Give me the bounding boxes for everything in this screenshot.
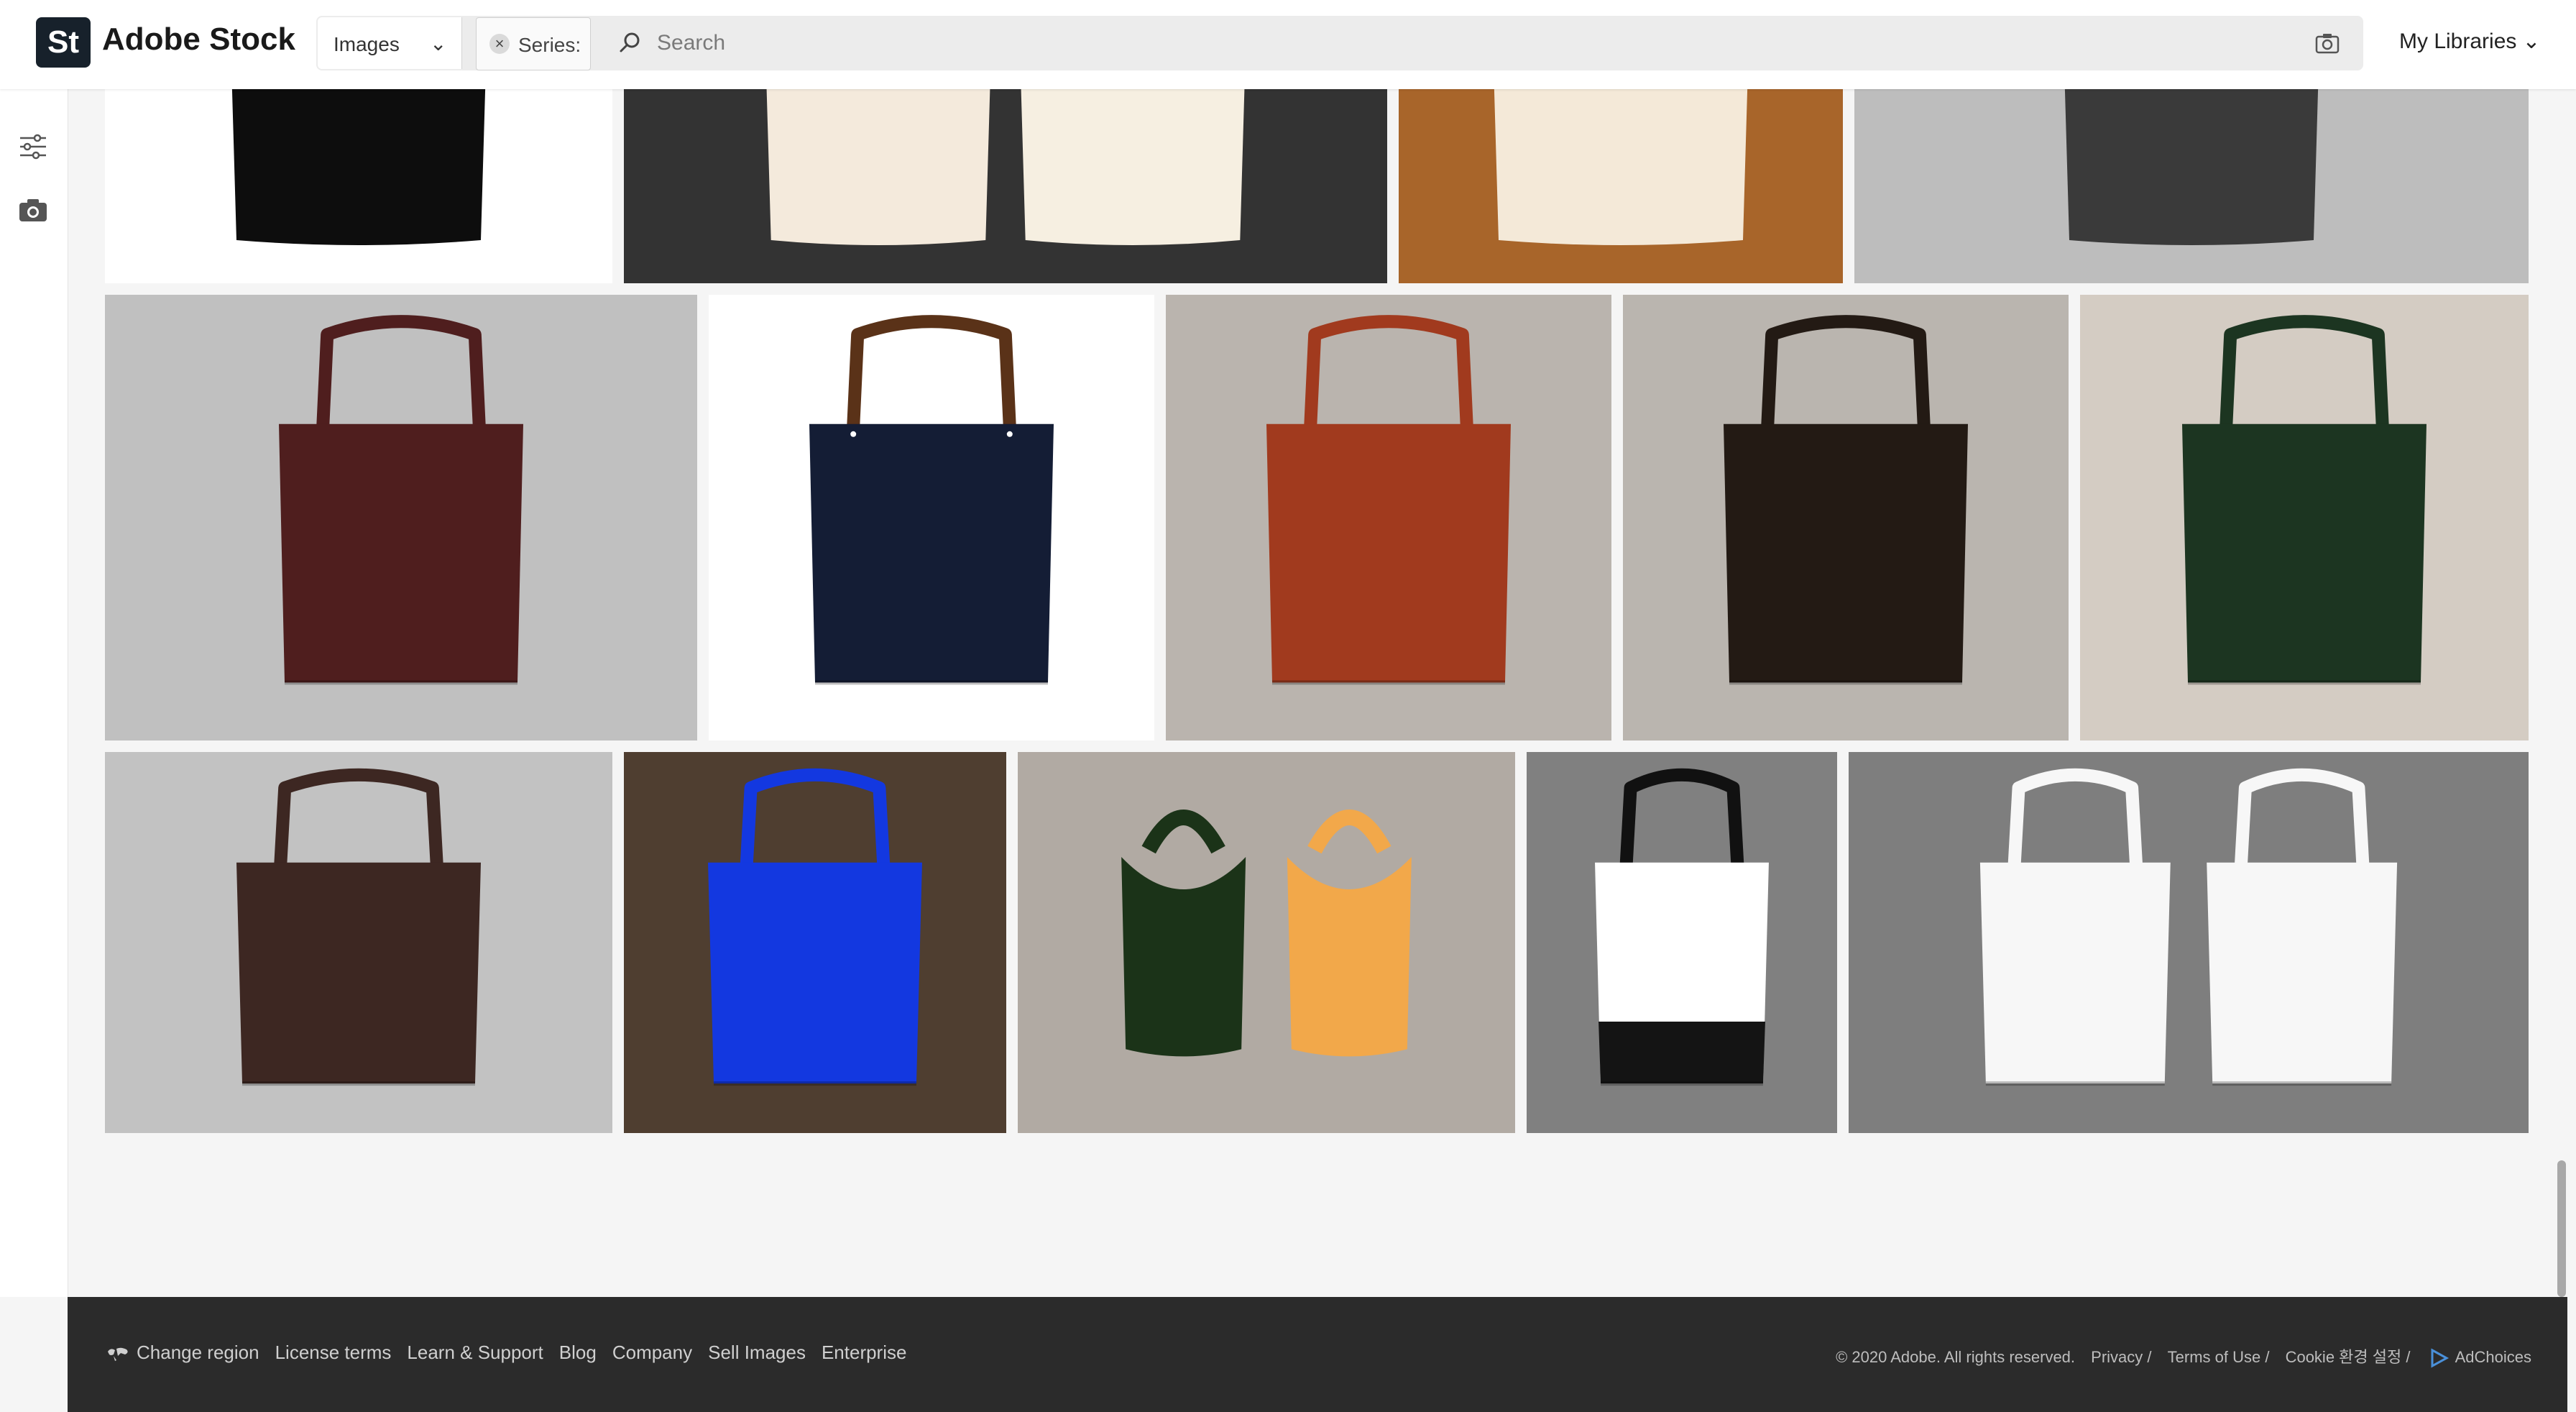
my-libraries-menu[interactable]: My Libraries ⌄ [2399,29,2541,54]
cookie-settings-link[interactable]: Cookie 환경 설정 / [2286,1348,2411,1366]
footer-link-learn-support[interactable]: Learn & Support [407,1342,543,1363]
asset-type-label: Images [334,33,400,55]
terms-of-use-link[interactable]: Terms of Use / [2168,1348,2270,1366]
tote-bag [236,768,481,1086]
asset-type-dropdown[interactable]: Images ⌄ [318,17,462,69]
privacy-link[interactable]: Privacy / [2091,1348,2151,1366]
tote-bag [1595,768,1769,1086]
tote-bag [1287,810,1412,1057]
tote-bag-image [1979,768,2398,1086]
world-map-icon [108,1347,128,1362]
stock-image-tile[interactable] [624,752,1006,1133]
series-filter-chip[interactable]: × Series: [476,17,591,70]
adchoices-link[interactable]: AdChoices [2455,1348,2531,1366]
copyright-text: © 2020 Adobe. All rights reserved. [1836,1348,2076,1366]
footer-link-enterprise[interactable]: Enterprise [822,1342,907,1363]
tote-bag-image [1595,768,1769,1086]
my-libraries-label: My Libraries [2399,29,2517,53]
tote-bag [1121,810,1246,1057]
footer-link-license-terms[interactable]: License terms [275,1342,392,1363]
camera-icon[interactable] [17,194,49,226]
stock-image-tile[interactable] [1018,752,1515,1133]
tote-bag-image [1266,315,1511,685]
left-rail [0,89,68,1297]
search-icon [620,32,640,52]
tote-bag [2182,315,2426,685]
stock-image-tile[interactable] [1623,295,2069,741]
series-chip-label: Series: [518,34,581,56]
visual-search-camera-icon[interactable] [2314,30,2340,56]
footer-link-blog[interactable]: Blog [559,1342,597,1363]
footer-link-change-region[interactable]: Change region [137,1342,259,1363]
stock-image-tile[interactable] [105,295,697,741]
tote-bag [2207,768,2398,1086]
chevron-down-icon: ⌄ [2522,29,2541,53]
search-input[interactable] [656,24,2240,62]
tote-bag-image [236,768,481,1086]
tote-bag [1724,315,1968,685]
close-icon[interactable]: × [489,34,510,54]
search-bar: Images ⌄ × Series: [316,16,2363,70]
stock-image-tile[interactable] [709,295,1154,741]
adobe-stock-logo-badge[interactable]: St [36,17,91,68]
tote-bag [1979,768,2171,1086]
page-scrollbar[interactable] [2557,1160,2566,1297]
stock-image-tile[interactable] [1849,752,2529,1133]
tote-bag-image [279,315,523,685]
tote-bag [279,315,523,685]
tote-bag-image [1121,810,1412,1057]
footer-links: Change region License terms Learn & Suppor… [106,1342,922,1364]
tote-bag-image [1724,315,1968,685]
footer-link-company[interactable]: Company [612,1342,692,1363]
filter-sliders-icon[interactable] [17,131,49,162]
chevron-down-icon: ⌄ [430,32,447,55]
footer-legal: © 2020 Adobe. All rights reserved. Priva… [1824,1344,2531,1369]
tote-bag [708,768,922,1086]
stock-image-tile[interactable] [1527,752,1837,1133]
tote-bag-image [2182,315,2426,685]
tote-bag [809,315,1054,685]
tote-bag-image [809,315,1054,685]
stock-image-tile[interactable] [105,752,612,1133]
tote-bag-image [708,768,922,1086]
page-footer: Change region License terms Learn & Suppor… [68,1297,2567,1412]
footer-link-sell-images[interactable]: Sell Images [708,1342,806,1363]
stock-image-tile[interactable] [1166,295,1611,741]
stock-image-tile[interactable] [2080,295,2529,741]
adobe-stock-logo-text[interactable]: Adobe Stock [102,22,295,58]
top-header: St Adobe Stock Images ⌄ × Series: My Lib… [0,0,2576,89]
adchoices-icon[interactable] [2428,1347,2450,1369]
tote-bag [1266,315,1511,685]
